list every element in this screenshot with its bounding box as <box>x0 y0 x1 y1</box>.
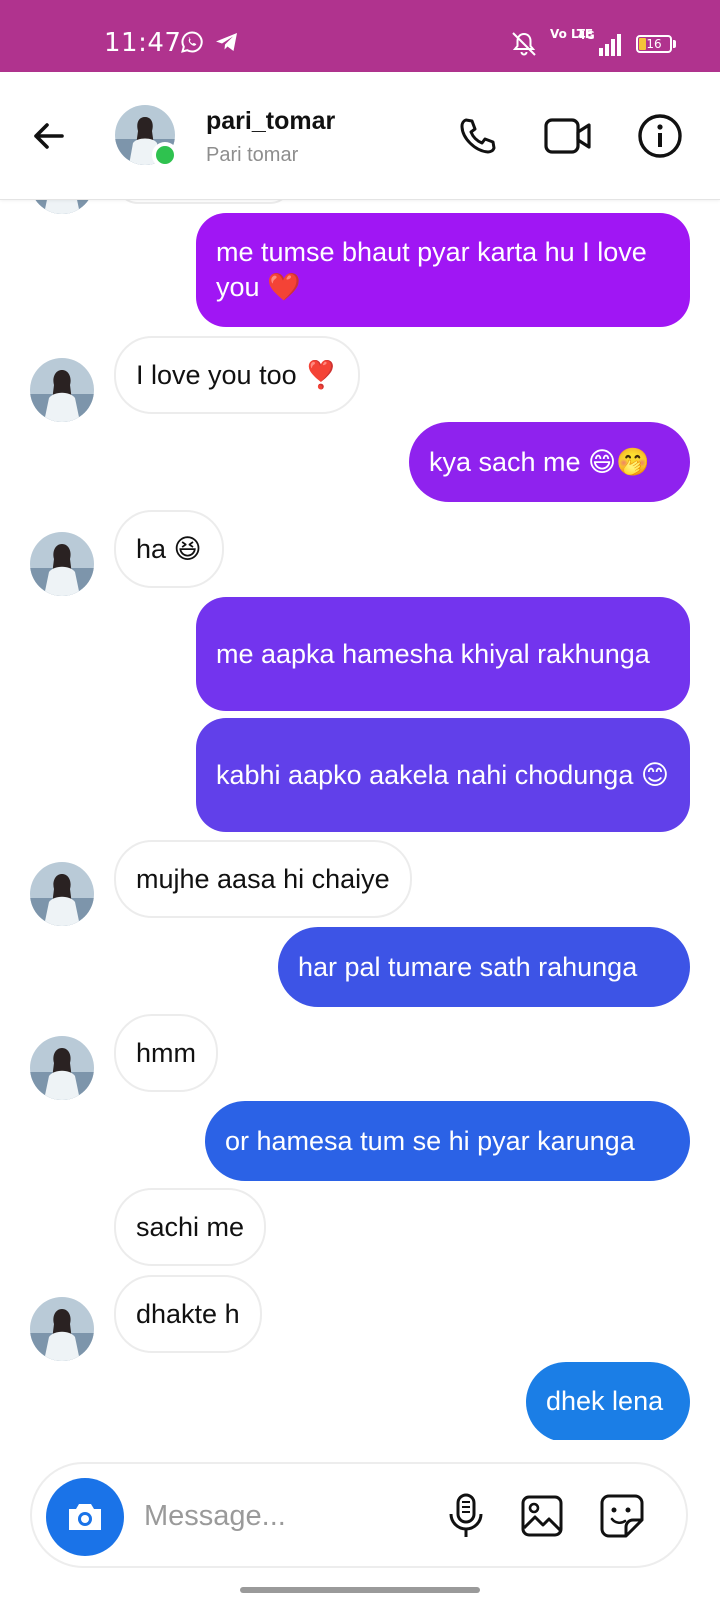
message-in[interactable]: dhakte h <box>114 1275 262 1353</box>
chat-username[interactable]: pari_tomar <box>206 107 335 136</box>
sender-avatar[interactable] <box>30 358 94 422</box>
voice-message-button[interactable] <box>440 1490 492 1542</box>
message-text: me tumse bhaut pyar karta hu I love you … <box>216 237 647 302</box>
network-type: 4G <box>578 29 595 42</box>
camera-icon <box>69 1504 101 1530</box>
message-in[interactable]: ha 😆 <box>114 510 224 588</box>
battery-percent: 16 <box>646 37 662 51</box>
message-composer <box>30 1462 688 1568</box>
microphone-icon <box>449 1493 483 1537</box>
message-text: hmm <box>136 1037 196 1068</box>
voice-call-button[interactable] <box>451 110 503 162</box>
message-text: dhakte h <box>136 1298 240 1329</box>
back-arrow-icon[interactable] <box>28 115 70 157</box>
message-partial <box>116 200 292 204</box>
sender-avatar[interactable] <box>30 1297 94 1361</box>
battery-icon: 16 <box>636 35 672 53</box>
gallery-button[interactable] <box>516 1490 568 1542</box>
online-status-dot <box>152 142 178 168</box>
sticker-button[interactable] <box>596 1490 648 1542</box>
message-out[interactable]: kya sach me 😄🤭 <box>409 422 690 502</box>
sender-avatar[interactable] <box>30 532 94 596</box>
message-text: sachi me <box>136 1211 245 1242</box>
message-in[interactable]: mujhe aasa hi chaiye <box>114 840 412 918</box>
status-time: 11:47 <box>104 28 182 58</box>
sender-avatar[interactable] <box>30 862 94 926</box>
message-text: me aapka hamesha khiyal rakhunga <box>216 638 650 669</box>
message-text: kya sach me 😄🤭 <box>429 446 650 477</box>
message-text: mujhe aasa hi chaiye <box>136 863 390 894</box>
gallery-icon <box>521 1495 563 1537</box>
video-call-button[interactable] <box>542 110 594 162</box>
video-camera-icon <box>544 118 591 154</box>
message-out[interactable]: me aapka hamesha khiyal rakhunga <box>196 597 690 711</box>
message-in[interactable]: hmm <box>114 1014 218 1092</box>
chat-display-name[interactable]: Pari tomar <box>206 144 298 167</box>
message-in[interactable]: sachi me <box>114 1188 267 1266</box>
message-text: kabhi aapko aakela nahi chodunga 😊 <box>216 759 669 790</box>
message-out[interactable]: dhek lena <box>526 1362 690 1440</box>
message-text: dhek lena <box>546 1386 664 1416</box>
sender-avatar[interactable] <box>30 1036 94 1100</box>
info-button[interactable] <box>634 110 686 162</box>
camera-button[interactable] <box>46 1478 124 1556</box>
signal-icon <box>599 34 621 56</box>
message-out[interactable]: har pal tumare sath rahunga <box>278 927 690 1007</box>
sender-avatar <box>30 200 94 214</box>
telegram-icon <box>216 33 237 51</box>
message-input[interactable] <box>144 1494 434 1538</box>
message-out[interactable]: kabhi aapko aakela nahi chodunga 😊 <box>196 718 690 832</box>
info-icon <box>638 114 682 158</box>
whatsapp-icon <box>181 31 203 53</box>
home-indicator[interactable] <box>240 1587 480 1593</box>
message-out[interactable]: or hamesa tum se hi pyar karunga <box>205 1101 690 1181</box>
battery-cap <box>673 40 676 48</box>
chat-header: pari_tomar Pari tomar <box>0 72 720 200</box>
message-text: or hamesa tum se hi pyar karunga <box>225 1125 635 1156</box>
muted-bell-icon <box>512 32 536 56</box>
message-list[interactable]: me tumse bhaut pyar karta hu I love you … <box>0 200 720 1440</box>
message-text: ha 😆 <box>136 533 202 564</box>
message-text: I love you too ❣️ <box>136 359 338 390</box>
status-bar: 11:47 Vo LTE 4G 16 <box>0 0 720 72</box>
message-text: har pal tumare sath rahunga <box>298 951 638 982</box>
phone-icon <box>460 118 496 154</box>
message-in[interactable]: I love you too ❣️ <box>114 336 360 414</box>
sticker-icon <box>600 1494 644 1538</box>
message-out[interactable]: me tumse bhaut pyar karta hu I love you … <box>196 213 690 327</box>
